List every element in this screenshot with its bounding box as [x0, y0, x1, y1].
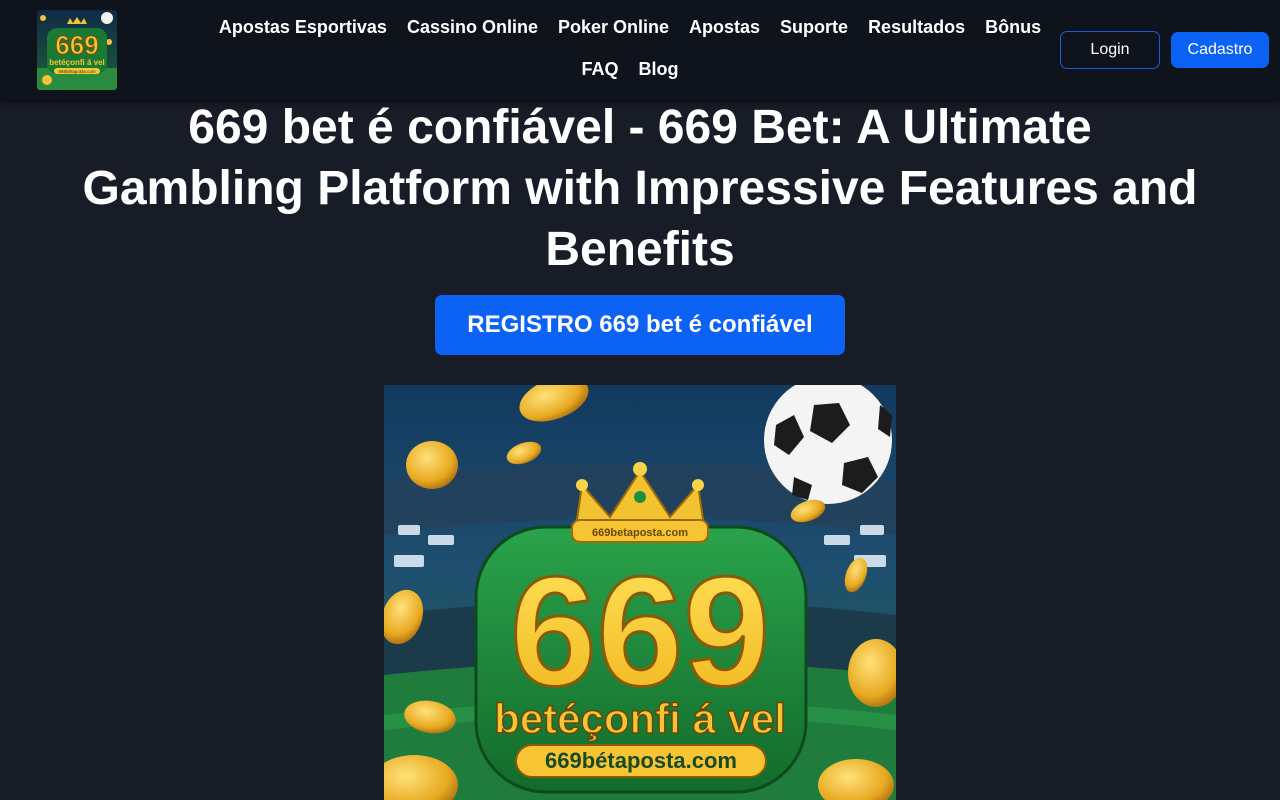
nav-faq[interactable]: FAQ — [571, 48, 628, 90]
site-header: 669 betéçonfi á vel 669bétaposta.com Apo… — [0, 0, 1280, 100]
svg-text:669: 669 — [510, 545, 770, 719]
nav-blog[interactable]: Blog — [629, 48, 689, 90]
svg-text:669bétaposta.com: 669bétaposta.com — [545, 748, 737, 773]
svg-text:669bétaposta.com: 669bétaposta.com — [58, 69, 95, 74]
svg-text:669betaposta.com: 669betaposta.com — [592, 527, 688, 539]
site-logo[interactable]: 669 betéçonfi á vel 669bétaposta.com — [37, 10, 117, 90]
nav-bonus[interactable]: Bônus — [975, 6, 1051, 48]
nav-apostas-esportivas[interactable]: Apostas Esportivas — [209, 6, 397, 48]
svg-text:betéçonfi á vel: betéçonfi á vel — [494, 695, 786, 742]
nav-cassino-online[interactable]: Cassino Online — [397, 6, 548, 48]
signup-button[interactable]: Cadastro — [1171, 32, 1269, 68]
main-nav: Apostas Esportivas Cassino Online Poker … — [200, 6, 1060, 90]
svg-text:betéçonfi á vel: betéçonfi á vel — [49, 58, 105, 67]
logo-image: 669 betéçonfi á vel 669bétaposta.com — [37, 10, 117, 90]
page-title: 669 bet é confiável - 669 Bet: A Ultimat… — [82, 101, 1198, 276]
svg-text:669: 669 — [55, 30, 98, 60]
nav-poker-online[interactable]: Poker Online — [548, 6, 679, 48]
hero-illustration: 669betaposta.com 669 betéçonfi á vel 669… — [384, 385, 896, 800]
login-button[interactable]: Login — [1060, 31, 1160, 69]
nav-resultados[interactable]: Resultados — [858, 6, 975, 48]
nav-suporte[interactable]: Suporte — [770, 6, 858, 48]
hero-image: 669betaposta.com 669 betéçonfi á vel 669… — [384, 385, 896, 800]
register-button[interactable]: REGISTRO 669 bet é confiável — [435, 295, 845, 355]
nav-apostas[interactable]: Apostas — [679, 6, 770, 48]
